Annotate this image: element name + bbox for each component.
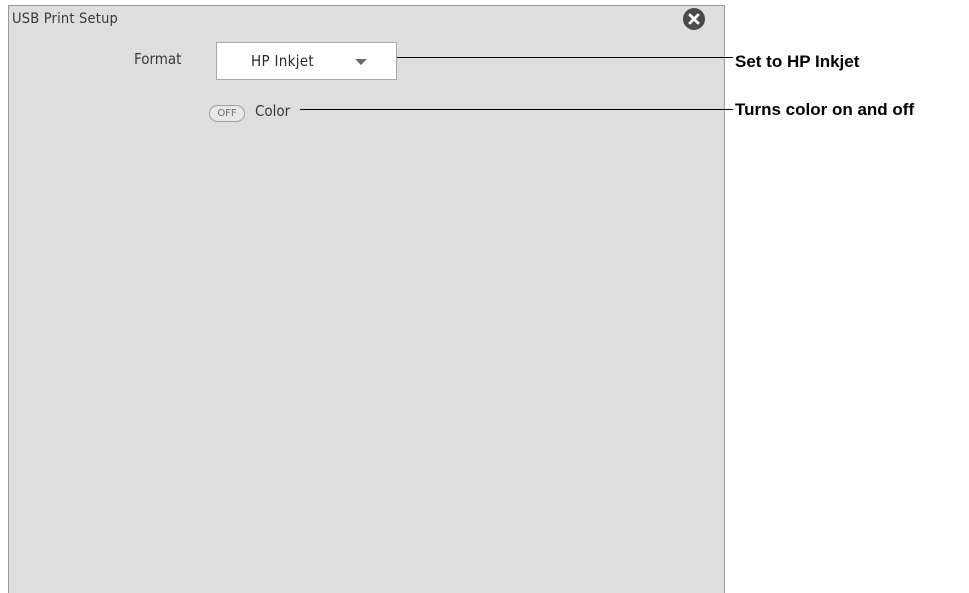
dialog-title: USB Print Setup [12, 11, 119, 27]
format-label: Format [134, 50, 182, 68]
usb-print-setup-dialog: USB Print Setup Format HP Inkjet OFF Col… [8, 5, 725, 593]
format-leader-line [397, 57, 733, 58]
color-leader-line [300, 109, 733, 110]
page: USB Print Setup Format HP Inkjet OFF Col… [0, 0, 969, 593]
format-selected-value: HP Inkjet [251, 52, 314, 70]
color-toggle[interactable]: OFF [209, 105, 245, 122]
close-button[interactable] [683, 8, 705, 30]
color-label: Color [255, 102, 291, 120]
color-callout: Turns color on and off [735, 100, 915, 119]
format-dropdown[interactable]: HP Inkjet [216, 42, 397, 80]
close-icon [688, 13, 700, 25]
chevron-down-icon [355, 59, 367, 65]
format-callout: Set to HP Inkjet [735, 52, 860, 71]
